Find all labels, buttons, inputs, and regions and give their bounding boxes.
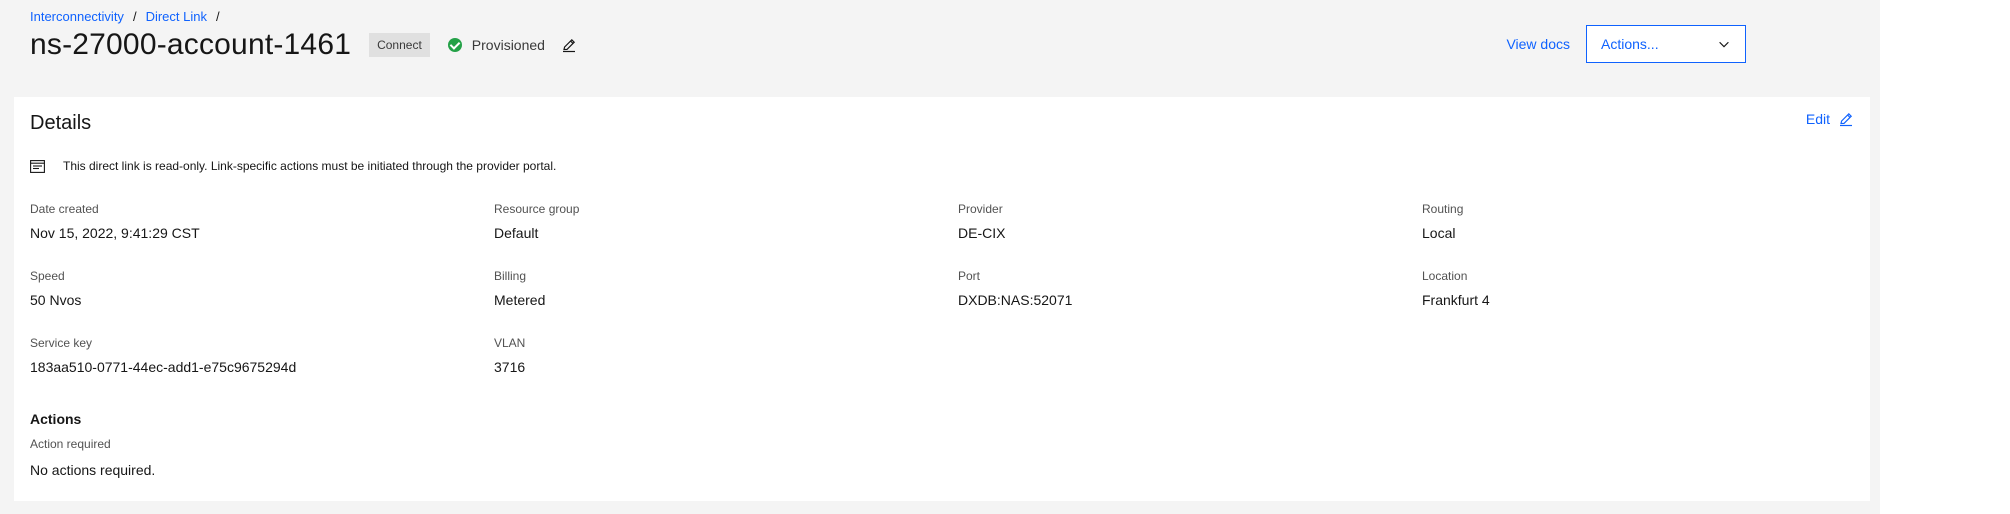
field-service-key: Service key 183aa510-0771-44ec-add1-e75c…	[30, 335, 296, 376]
view-docs-link[interactable]: View docs	[1506, 36, 1570, 52]
details-edit-label: Edit	[1805, 111, 1830, 127]
field-location: Location Frankfurt 4	[1422, 268, 1490, 309]
field-value: Frankfurt 4	[1422, 292, 1490, 308]
field-label: Service key	[30, 336, 93, 350]
edit-icon	[1840, 112, 1853, 127]
field-label: Provider	[958, 202, 1003, 216]
field-value: 3716	[494, 359, 526, 375]
details-title: Details	[30, 112, 92, 134]
field-routing: Routing Local	[1422, 201, 1463, 242]
actions-subheading: Action required	[30, 437, 111, 451]
field-date-created: Date created Nov 15, 2022, 9:41:29 CST	[30, 201, 200, 242]
edit-name-pencil-icon[interactable]	[561, 37, 577, 53]
field-billing: Billing Metered	[494, 268, 545, 309]
page-title: ns-27000-account-1461	[30, 28, 352, 61]
field-label: VLAN	[494, 336, 526, 350]
field-vlan: VLAN 3716	[494, 335, 525, 376]
actions-dropdown[interactable]: Actions...	[1586, 25, 1746, 63]
details-card: Details Edit This direct link is read-on…	[14, 97, 1870, 501]
connect-tag: Connect	[369, 33, 430, 57]
actions-section: Actions Action required No actions requi…	[30, 410, 155, 479]
field-value: 183aa510-0771-44ec-add1-e75c9675294d	[30, 359, 297, 375]
field-speed: Speed 50 Nvos	[30, 268, 81, 309]
field-value: Nov 15, 2022, 9:41:29 CST	[30, 225, 200, 241]
title-row: ns-27000-account-1461 Connect Provisione…	[30, 27, 577, 63]
notice-text: This direct link is read-only. Link-spec…	[63, 159, 557, 173]
field-resource-group: Resource group Default	[494, 201, 579, 242]
field-provider: Provider DE-CIX	[958, 201, 1005, 242]
breadcrumb-direct-link[interactable]: Direct Link	[146, 9, 207, 25]
header-actions: View docs Actions...	[1506, 25, 1746, 63]
details-edit-button[interactable]: Edit	[1806, 111, 1854, 127]
field-value: 50 Nvos	[30, 292, 82, 308]
breadcrumb-separator: /	[132, 9, 137, 24]
field-value: Metered	[494, 292, 546, 308]
status-indicator: Provisioned	[447, 37, 545, 53]
breadcrumb-separator: /	[215, 9, 220, 24]
breadcrumb: Interconnectivity / Direct Link /	[30, 9, 229, 25]
actions-heading: Actions	[30, 411, 82, 427]
status-text: Provisioned	[471, 37, 545, 53]
field-label: Resource group	[494, 202, 580, 216]
actions-text: No actions required.	[30, 462, 156, 478]
field-label: Routing	[1422, 202, 1464, 216]
field-label: Port	[958, 269, 981, 283]
field-value: DE-CIX	[958, 225, 1006, 241]
field-label: Date created	[30, 202, 99, 216]
breadcrumb-interconnectivity[interactable]: Interconnectivity	[30, 9, 124, 25]
field-label: Location	[1422, 269, 1468, 283]
checkmark-filled-icon	[447, 38, 462, 52]
field-value: Local	[1422, 225, 1456, 241]
field-port: Port DXDB:NAS:52071	[958, 268, 1072, 309]
field-value: DXDB:NAS:52071	[958, 292, 1073, 308]
page-background: Interconnectivity / Direct Link / ns-270…	[0, 0, 1880, 514]
chevron-down-icon	[1719, 41, 1729, 48]
field-label: Billing	[494, 269, 527, 283]
field-value: Default	[494, 225, 539, 241]
read-only-notice: This direct link is read-only. Link-spec…	[30, 159, 556, 173]
document-icon	[30, 159, 45, 173]
actions-dropdown-label: Actions...	[1601, 36, 1659, 52]
field-label: Speed	[30, 269, 65, 283]
